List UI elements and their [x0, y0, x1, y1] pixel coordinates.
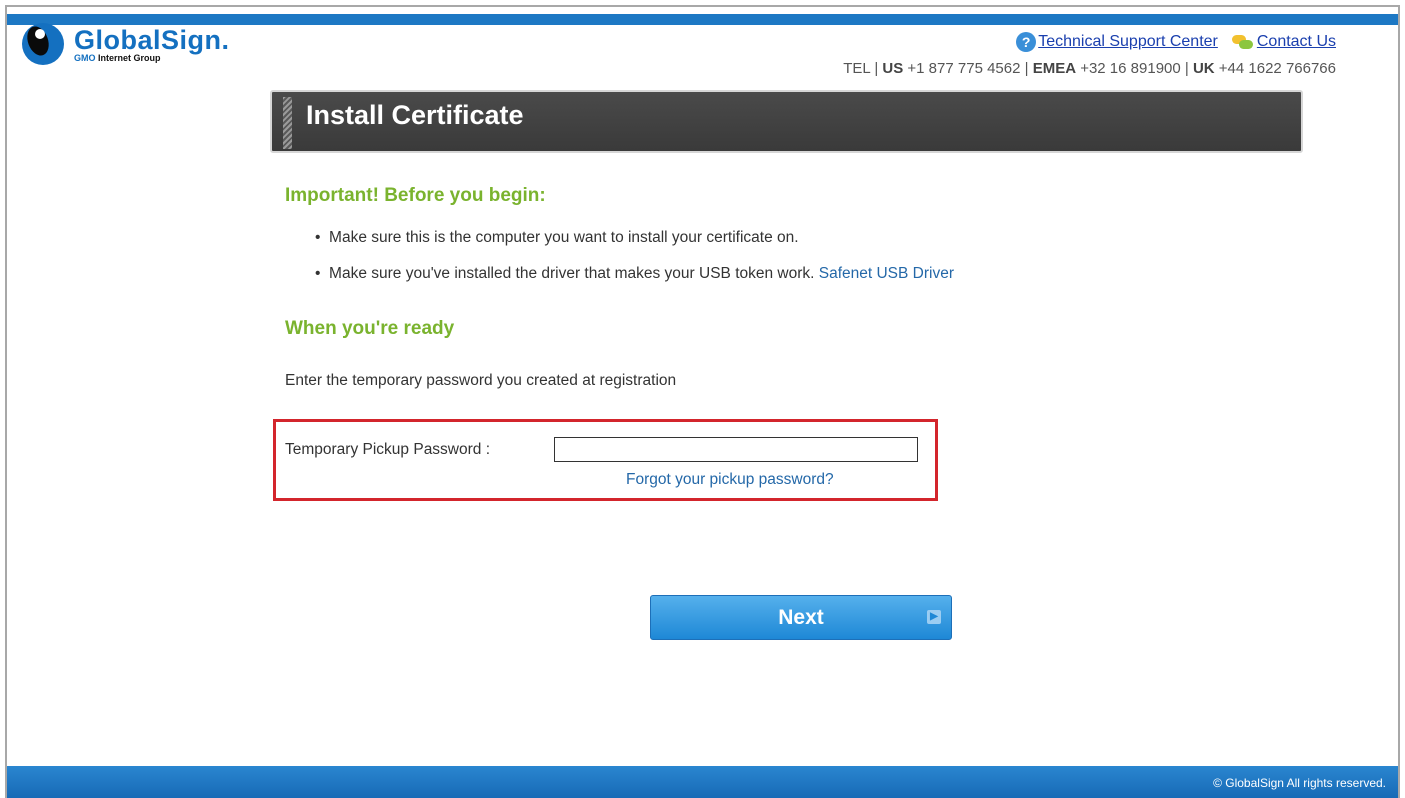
page-title: Install Certificate: [306, 100, 524, 130]
pickup-password-input[interactable]: [554, 437, 918, 462]
browser-page: GlobalSign. GMO Internet Group ? Technic…: [5, 5, 1400, 798]
tel-us-number: +1 877 775 4562 |: [903, 60, 1033, 77]
footer: © GlobalSign All rights reserved.: [7, 766, 1398, 798]
bullet-item: • Make sure this is the computer you wan…: [315, 229, 799, 246]
telephone-numbers: TEL | US +1 877 775 4562 | EMEA +32 16 8…: [843, 60, 1336, 77]
tel-uk-number: +44 1622 766766: [1214, 60, 1336, 77]
safenet-driver-link[interactable]: Safenet USB Driver: [819, 265, 954, 282]
technical-support-link[interactable]: Technical Support Center: [1038, 33, 1218, 51]
contact-us-link[interactable]: Contact Us: [1257, 33, 1336, 51]
password-label: Temporary Pickup Password :: [285, 441, 491, 458]
forgot-password-link[interactable]: Forgot your pickup password?: [626, 471, 834, 489]
logo-sub-rest: Internet Group: [95, 53, 161, 63]
logo-eye-icon: [22, 23, 64, 65]
arrow-right-icon: ▶: [927, 610, 941, 624]
title-stripe: [283, 97, 292, 149]
next-button[interactable]: Next ▶: [650, 595, 952, 640]
copyright-text: © GlobalSign All rights reserved.: [1213, 776, 1386, 790]
bullet-text: Make sure you've installed the driver th…: [329, 265, 819, 282]
ready-heading: When you're ready: [285, 318, 455, 339]
tel-emea-number: +32 16 891900 |: [1076, 60, 1193, 77]
bullet-item: • Make sure you've installed the driver …: [315, 265, 954, 282]
question-icon[interactable]: ?: [1016, 32, 1037, 52]
next-button-label: Next: [778, 606, 824, 629]
tel-us-label: US: [882, 60, 904, 77]
password-intro: Enter the temporary password you created…: [285, 372, 677, 389]
bullet-text: Make sure this is the computer you want …: [329, 229, 799, 246]
logo-subtitle: GMO Internet Group: [74, 53, 161, 63]
tel-emea-label: EMEA: [1032, 60, 1077, 77]
important-heading: Important! Before you begin:: [285, 185, 546, 206]
logo-sub-gmo: GMO: [74, 53, 96, 63]
top-bar: [7, 14, 1398, 25]
logo-name: GlobalSign.: [74, 25, 230, 55]
title-bar: Install Certificate: [270, 90, 1303, 153]
help-links: ? Technical Support Center Contact Us: [1016, 32, 1336, 52]
tel-prefix: TEL |: [843, 60, 883, 77]
tel-uk-label: UK: [1192, 60, 1215, 77]
chat-bubbles-icon[interactable]: [1231, 34, 1254, 50]
